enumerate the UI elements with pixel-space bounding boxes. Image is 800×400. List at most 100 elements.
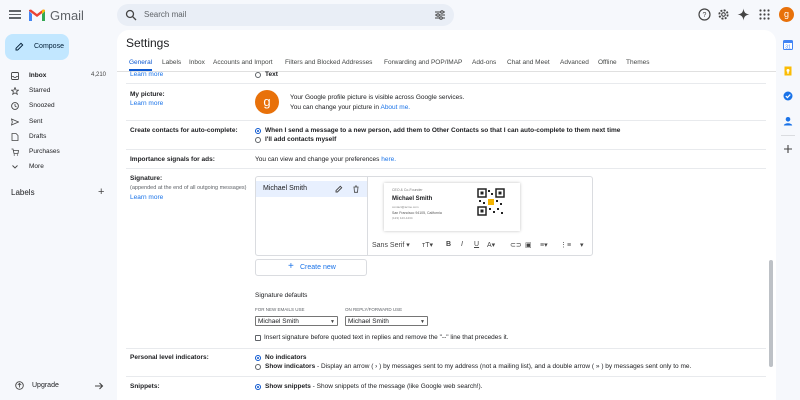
font-size-icon[interactable]: тT▾ <box>422 241 433 249</box>
tab-add-ons[interactable]: Add-ons <box>472 59 496 66</box>
manual-contacts-radio[interactable] <box>255 137 261 143</box>
text-radio[interactable] <box>255 72 261 78</box>
sidebar-item-purchases[interactable]: Purchases <box>0 144 112 159</box>
sidebar-item-label: Purchases <box>29 147 60 155</box>
picture-description: Your Google profile picture is visible a… <box>290 94 465 101</box>
divider <box>126 168 766 169</box>
tab-advanced[interactable]: Advanced <box>560 59 589 66</box>
signature-sublabel: (appended at the end of all outgoing mes… <box>130 185 247 191</box>
tasks-icon[interactable] <box>783 91 793 101</box>
tab-forwarding-pop-imap[interactable]: Forwarding and POP/IMAP <box>384 59 462 66</box>
signature-preview-card[interactable]: CEO & Co-Founder Michael Smith contact@a… <box>384 183 520 231</box>
picture-learn-more-link[interactable]: Learn more <box>130 100 163 107</box>
align-icon[interactable]: ≡▾ <box>540 241 548 249</box>
reply-forward-signature-select[interactable]: Michael Smith ▼ <box>345 316 428 326</box>
gmail-logo[interactable]: Gmail <box>28 7 84 23</box>
auto-add-contacts-radio[interactable] <box>255 128 261 134</box>
insert-signature-before-checkbox[interactable] <box>255 335 261 341</box>
divider <box>126 83 766 84</box>
add-label-button[interactable]: + <box>98 186 104 198</box>
no-indicators-radio[interactable] <box>255 355 261 361</box>
keep-icon[interactable] <box>783 66 793 76</box>
edit-pencil-icon[interactable] <box>335 185 343 193</box>
sidebar-item-sent[interactable]: Sent <box>0 114 112 129</box>
sidebar-item-label: Drafts <box>29 132 47 140</box>
importance-signals-text: You can view and change your preferences… <box>255 156 396 163</box>
ads-preferences-link[interactable]: here. <box>381 156 396 163</box>
account-avatar[interactable]: g <box>779 7 794 22</box>
reply-forward-signature-value: Michael Smith <box>348 318 389 325</box>
tab-general[interactable]: General <box>129 59 153 71</box>
search-input[interactable]: Search mail <box>144 10 186 19</box>
divider <box>126 120 766 121</box>
italic-icon[interactable]: I <box>461 241 463 248</box>
show-indicators-radio[interactable] <box>255 364 261 370</box>
calendar-icon[interactable]: 31 <box>783 40 793 50</box>
new-emails-signature-select[interactable]: Michael Smith ▼ <box>255 316 338 326</box>
show-snippets-radio[interactable] <box>255 384 261 390</box>
help-icon[interactable]: ? <box>698 8 711 21</box>
snippets-label: Snippets: <box>130 383 160 390</box>
tab-labels[interactable]: Labels <box>162 59 181 66</box>
more-formatting-icon[interactable]: ▾ <box>580 241 584 249</box>
apps-grid-icon[interactable] <box>758 8 771 21</box>
sidebar-item-snoozed[interactable]: Snoozed <box>0 98 112 113</box>
learn-more-link[interactable]: Learn more <box>130 71 163 78</box>
link-icon[interactable]: ⊂⊃ <box>510 241 522 249</box>
show-indicators-description: - Display an arrow ( › ) by messages sen… <box>315 363 692 370</box>
tab-offline[interactable]: Offline <box>598 59 617 66</box>
create-new-signature-button[interactable]: + Create new <box>255 259 367 276</box>
upgrade-button[interactable]: Upgrade <box>11 379 107 393</box>
search-options-icon[interactable] <box>434 9 446 21</box>
gemini-sparkle-icon[interactable] <box>737 8 750 21</box>
gmail-m-icon <box>29 9 45 21</box>
settings-gear-icon[interactable] <box>717 8 730 21</box>
divider <box>126 376 766 377</box>
sidebar-item-inbox[interactable]: Inbox 4,210 <box>0 68 112 83</box>
tab-inbox[interactable]: Inbox <box>189 59 205 66</box>
signature-item[interactable]: Michael Smith <box>256 181 367 197</box>
tab-themes[interactable]: Themes <box>626 59 649 66</box>
text-color-icon[interactable]: A▾ <box>487 241 495 249</box>
search-bar[interactable]: Search mail <box>117 4 454 26</box>
font-family-select[interactable]: Sans Serif ▾ <box>372 241 410 249</box>
underline-icon[interactable]: U <box>474 241 479 248</box>
show-snippets-description: - Show snippets of the message (like Goo… <box>310 383 483 390</box>
insert-image-icon[interactable]: ▣ <box>525 241 532 249</box>
numbered-list-icon[interactable]: ⋮≡ <box>560 241 571 249</box>
sidebar-item-starred[interactable]: Starred <box>0 83 112 98</box>
plus-icon: + <box>288 261 294 272</box>
main-menu-button[interactable] <box>9 8 21 20</box>
no-indicators-label: No indicators <box>265 354 307 361</box>
about-me-link[interactable]: About me. <box>380 104 410 111</box>
create-contacts-label: Create contacts for auto-complete: <box>130 127 238 134</box>
arrow-right-icon <box>95 382 104 390</box>
search-icon[interactable] <box>125 9 137 21</box>
select-caret-icon: ▼ <box>420 319 425 325</box>
card-email: contact@acme.com <box>392 205 419 209</box>
bold-icon[interactable]: B <box>446 241 451 248</box>
show-indicators-label: Show indicators <box>265 363 316 370</box>
get-add-ons-icon[interactable] <box>783 144 793 154</box>
insert-signature-before-label: Insert signature before quoted text in r… <box>264 334 509 341</box>
chevron-down-icon <box>12 165 18 169</box>
profile-picture[interactable]: g <box>255 90 279 114</box>
contacts-icon[interactable] <box>783 116 793 126</box>
signature-learn-more-link[interactable]: Learn more <box>130 194 163 201</box>
tab-accounts-and-import[interactable]: Accounts and Import <box>213 59 273 66</box>
scrollbar-thumb[interactable] <box>769 260 773 367</box>
picture-change-text: You can change your picture in About me. <box>290 104 410 111</box>
svg-text:31: 31 <box>785 44 791 50</box>
side-panel: 31 <box>776 30 800 400</box>
sidebar-item-drafts[interactable]: Drafts <box>0 129 112 144</box>
compose-label: Compose <box>34 43 64 50</box>
trash-icon[interactable] <box>352 185 360 193</box>
tab-filters-and-blocked-addresses[interactable]: Filters and Blocked Addresses <box>285 59 372 66</box>
sidebar-item-more[interactable]: More <box>0 159 112 174</box>
upgrade-label: Upgrade <box>32 382 59 389</box>
draft-icon <box>11 132 19 141</box>
tab-chat-and-meet[interactable]: Chat and Meet <box>507 59 550 66</box>
sidebar-item-label: More <box>29 163 44 171</box>
compose-button[interactable]: Compose <box>5 34 69 60</box>
cart-icon <box>11 148 19 156</box>
